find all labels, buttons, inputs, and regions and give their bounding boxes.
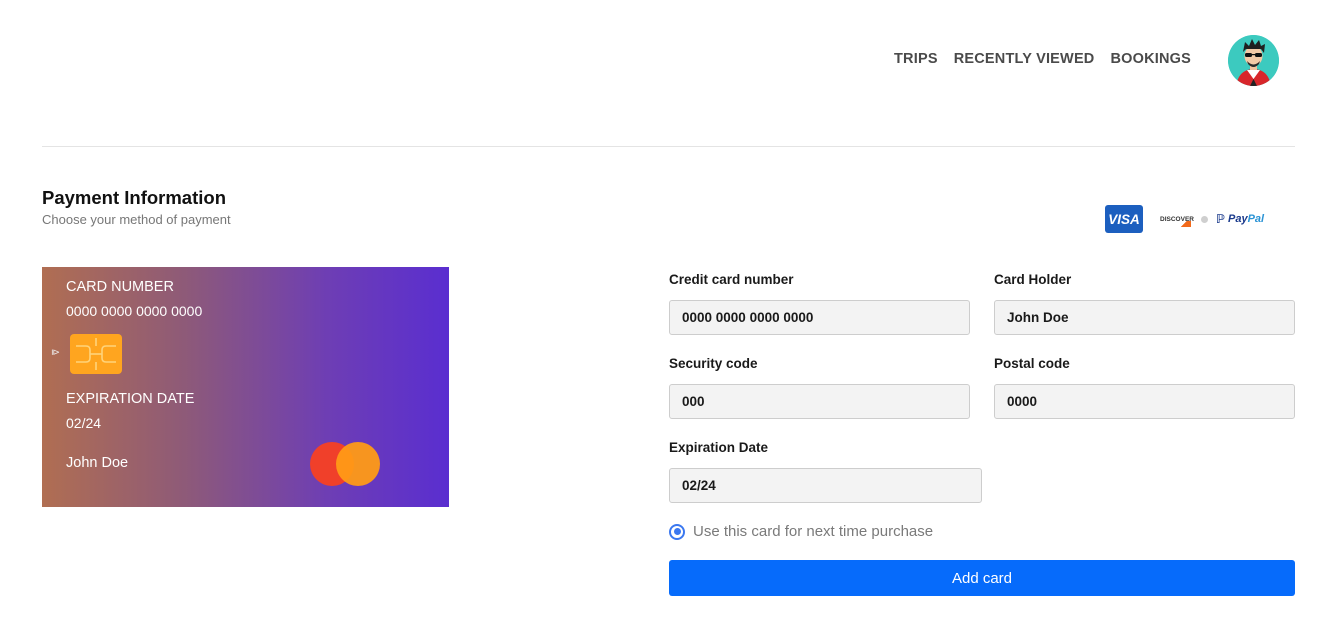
card-holder-field-label: Card Holder [994,272,1072,287]
header-divider [42,146,1295,147]
save-card-label[interactable]: Use this card for next time purchase [693,523,933,540]
save-card-radio[interactable] [669,523,685,540]
top-nav: TRIPS RECENTLY VIEWED BOOKINGS [894,51,1191,67]
paypal-radio-dot[interactable] [1201,215,1208,223]
card-holder-input[interactable] [994,300,1295,335]
visa-logo[interactable]: VISA [1105,205,1143,233]
expiration-label: EXPIRATION DATE [66,391,195,407]
expiration-input[interactable] [669,468,982,503]
nav-bookings[interactable]: BOOKINGS [1110,51,1191,67]
discover-logo[interactable]: DISCOVER [1160,205,1194,233]
contactless-icon: ⧐ [51,347,60,357]
security-code-field-label: Security code [669,356,758,371]
avatar[interactable] [1228,35,1279,86]
paypal-pal-text: Pal [1247,213,1265,225]
postal-code-input[interactable] [994,384,1295,419]
add-card-button[interactable]: Add card [669,560,1295,596]
nav-trips[interactable]: TRIPS [894,51,938,67]
chip-icon [70,334,122,374]
security-code-input[interactable] [669,384,970,419]
payment-method-logos: VISA DISCOVER ℙ PayPal [1105,205,1264,233]
card-number-input[interactable] [669,300,970,335]
expiration-field-label: Expiration Date [669,440,769,455]
paypal-logo[interactable]: ℙ PayPal [1216,212,1264,226]
page-subtitle: Choose your method of payment [42,212,231,227]
save-card-option[interactable]: Use this card for next time purchase [669,523,933,540]
nav-recently-viewed[interactable]: RECENTLY VIEWED [954,51,1095,67]
avatar-image [1228,35,1279,86]
postal-code-field-label: Postal code [994,356,1070,371]
page-title: Payment Information [42,187,226,208]
card-number-field-label: Credit card number [669,272,794,287]
credit-card-preview: CARD NUMBER 0000 0000 0000 0000 ⧐ EXPIRA… [42,267,449,507]
paypal-icon: ℙ [1216,212,1225,226]
mastercard-icon [310,442,382,486]
card-number-display: 0000 0000 0000 0000 [66,303,203,319]
paypal-pay-text: Pay [1228,213,1248,225]
expiration-display: 02/24 [66,415,102,431]
card-holder-display: John Doe [66,455,129,471]
card-number-label: CARD NUMBER [66,279,174,295]
